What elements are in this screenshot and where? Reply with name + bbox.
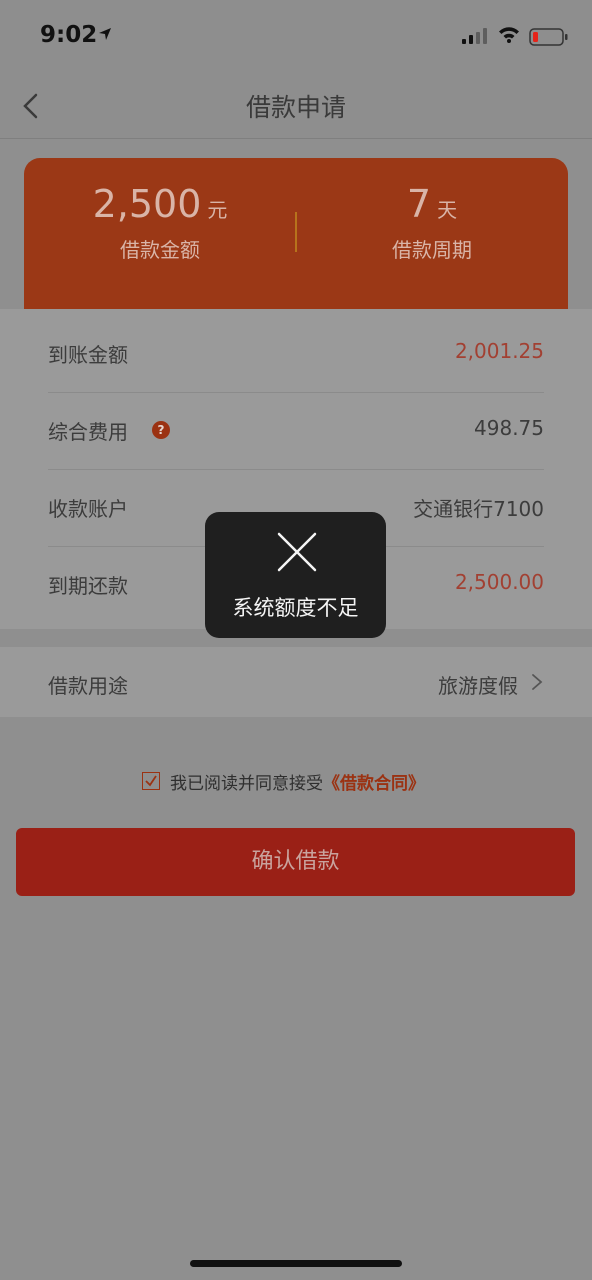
status-bar: 9:02 (0, 0, 592, 72)
loan-period-label: 借款周期 (392, 238, 472, 262)
loan-summary-card: 2,500 元 借款金额 7天 借款周期 (24, 158, 568, 324)
repayment-due-value: 2,500.00 (454, 570, 544, 594)
detail-row-received-amount: 到账金额 2,001.25 (48, 315, 544, 393)
detail-row-total-fee: 综合费用 ? 498.75 (48, 392, 544, 470)
total-fee-label: 综合费用 (48, 420, 128, 444)
received-amount-label: 到账金额 (48, 343, 128, 367)
checkmark-icon (145, 775, 157, 787)
wifi-icon (499, 27, 519, 43)
loan-purpose-value: 旅游度假 (438, 674, 518, 698)
agreement-text: 我已阅读并同意接受 (170, 773, 323, 794)
receiving-account-value: 交通银行7100 (413, 497, 544, 521)
cellular-signal-icon (462, 28, 487, 44)
confirm-loan-button[interactable]: 确认借款 (16, 828, 575, 896)
loan-period-unit: 天 (437, 198, 458, 222)
loan-amount-value: 2,500 (92, 182, 202, 226)
toast-message: 系统额度不足 (232, 596, 359, 620)
location-arrow-icon (99, 28, 111, 40)
agreement-checkbox[interactable] (142, 772, 160, 790)
loan-amount-label: 借款金额 (120, 238, 200, 262)
loan-amount-unit: 元 (207, 198, 228, 222)
receiving-account-label: 收款账户 (48, 497, 128, 521)
status-time: 9:02 (40, 22, 98, 48)
loan-contract-link[interactable]: 《借款合同》 (323, 769, 425, 794)
battery-icon (529, 28, 568, 46)
repayment-due-label: 到期还款 (48, 574, 128, 598)
home-indicator[interactable] (190, 1260, 402, 1267)
help-icon[interactable]: ? (152, 421, 170, 439)
total-fee-value: 498.75 (474, 416, 544, 440)
loan-purpose-label: 借款用途 (48, 674, 128, 698)
loan-amount-stat: 2,500 元 借款金额 (24, 182, 296, 263)
loan-period-value: 7 (406, 182, 432, 226)
page-title: 借款申请 (245, 93, 346, 122)
loan-period-stat: 7天 借款周期 (296, 182, 568, 263)
agreement-row: 我已阅读并同意接受 《借款合同》 (142, 769, 425, 794)
close-x-icon (277, 532, 317, 572)
loan-purpose-row[interactable]: 借款用途 旅游度假 (0, 647, 592, 717)
nav-bar: 借款申请 (0, 72, 592, 139)
received-amount-value: 2,001.25 (454, 339, 544, 363)
chevron-right-icon (532, 674, 543, 690)
error-toast: 系统额度不足 (205, 512, 386, 638)
